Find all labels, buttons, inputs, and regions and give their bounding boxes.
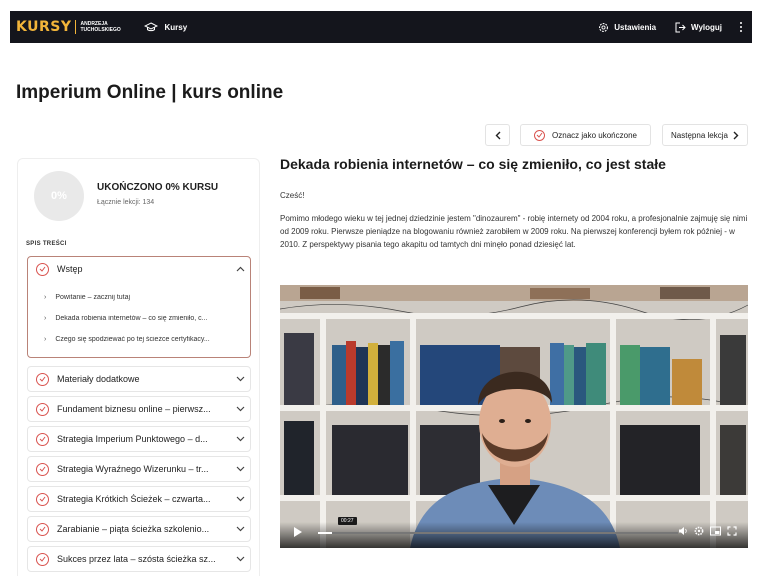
- logo-word: KURSY: [16, 19, 72, 35]
- page-title: Imperium Online | kurs online: [16, 82, 284, 103]
- logout-label: Wyloguj: [691, 22, 722, 32]
- check-circle-icon: [36, 432, 49, 446]
- logo-subtitle: ANDRZEJA TUCHOLSKIEGO: [80, 21, 124, 33]
- course-sidebar: 0% UKOŃCZONO 0% KURSU Łącznie lekcji: 13…: [17, 158, 260, 576]
- chevron-down-icon: [230, 376, 250, 382]
- nav-courses-link[interactable]: Kursy: [144, 22, 187, 32]
- logo[interactable]: KURSY ANDRZEJA TUCHOLSKIEGO: [16, 19, 124, 35]
- toc-section[interactable]: Materiały dodatkowe: [27, 366, 251, 392]
- chevron-right-icon: [733, 131, 739, 139]
- chevron-right-icon: ›: [44, 336, 47, 343]
- lesson-paragraph: Pomimo młodego wieku w tej jednej dziedz…: [280, 214, 748, 249]
- toc-lesson-label: Dekada robienia internetów – co się zmie…: [55, 315, 208, 322]
- toc-section[interactable]: Strategia Wyraźnego Wizerunku – tr...: [27, 456, 251, 482]
- check-circle-icon: [36, 372, 49, 386]
- settings-link[interactable]: Ustawienia: [598, 22, 656, 33]
- chevron-right-icon: ›: [44, 294, 47, 301]
- progress-title: UKOŃCZONO 0% KURSU: [97, 182, 219, 193]
- chevron-down-icon: [230, 406, 250, 412]
- logout-icon: [675, 22, 686, 32]
- toc-lesson-item[interactable]: › Czego się spodziewać po tej ścieżce cer…: [28, 329, 250, 350]
- volume-icon[interactable]: [678, 526, 688, 536]
- more-menu-icon[interactable]: [740, 22, 742, 32]
- toc-section-label: Strategia Krótkich Ścieżek – czwarta...: [57, 494, 211, 504]
- toc-section-label: Sukces przez lata – szósta ścieżka sz...: [57, 554, 216, 564]
- video-progress-fill: [318, 532, 333, 534]
- chevron-down-icon: [230, 466, 250, 472]
- play-icon: [294, 527, 302, 537]
- toc-section-header[interactable]: Strategia Krótkich Ścieżek – czwarta...: [28, 487, 250, 511]
- chevron-down-icon: [230, 556, 250, 562]
- fullscreen-icon[interactable]: [727, 526, 737, 536]
- graduation-cap-icon: [144, 22, 159, 32]
- toc-lesson-item[interactable]: › Powitanie – zacznij tutaj: [28, 287, 250, 308]
- mark-complete-label: Oznacz jako ukończone: [552, 130, 637, 140]
- toc-section[interactable]: Zarabianie – piąta ścieżka szkolenio...: [27, 516, 251, 542]
- toc-section-header[interactable]: Sukces przez lata – szósta ścieżka sz...: [28, 547, 250, 571]
- pip-icon[interactable]: [710, 526, 721, 536]
- next-lesson-button[interactable]: Następna lekcja: [662, 124, 748, 146]
- toc-section[interactable]: Strategia Imperium Punktowego – d...: [27, 426, 251, 452]
- toc-section-label: Strategia Imperium Punktowego – d...: [57, 434, 208, 444]
- toc-section-label: Wstęp: [57, 264, 83, 274]
- toc-section-label: Fundament biznesu online – pierwsz...: [57, 404, 211, 414]
- logout-link[interactable]: Wyloguj: [674, 22, 722, 33]
- toc-section-label: Strategia Wyraźnego Wizerunku – tr...: [57, 464, 209, 474]
- check-circle-icon: [36, 262, 49, 276]
- chevron-down-icon: [230, 526, 250, 532]
- next-lesson-label: Następna lekcja: [671, 130, 728, 140]
- mark-complete-button[interactable]: Oznacz jako ukończone: [520, 124, 651, 146]
- toc-section[interactable]: Sukces przez lata – szósta ścieżka sz...: [27, 546, 251, 572]
- play-button[interactable]: [288, 523, 308, 541]
- settings-gear-icon[interactable]: [694, 526, 704, 536]
- video-progress-track[interactable]: [318, 532, 678, 534]
- progress-percent: 0%: [51, 190, 67, 202]
- chevron-down-icon: [230, 436, 250, 442]
- toc-lesson-item[interactable]: › Dekada robienia internetów – co się zmi…: [28, 308, 250, 329]
- toc-section-label: Zarabianie – piąta ścieżka szkolenio...: [57, 524, 210, 534]
- logo-sub-line2: TUCHOLSKIEGO: [80, 27, 121, 33]
- lesson-title: Dekada robienia internetów – co się zmie…: [280, 156, 666, 172]
- lesson-count: Łącznie lekcji: 134: [97, 199, 155, 206]
- check-circle-icon: [36, 522, 49, 536]
- check-circle-icon: [36, 492, 49, 506]
- gear-icon: [599, 22, 609, 32]
- check-circle-icon: [36, 402, 49, 416]
- video-frame-image: [280, 285, 748, 548]
- check-circle-icon: [36, 552, 49, 566]
- toc-section-header[interactable]: Strategia Wyraźnego Wizerunku – tr...: [28, 457, 250, 481]
- toc-lesson-label: Powitanie – zacznij tutaj: [55, 294, 131, 301]
- progress-circle: 0%: [34, 171, 84, 221]
- toc-section-label: Materiały dodatkowe: [57, 374, 140, 384]
- toc-section-header[interactable]: Materiały dodatkowe: [28, 367, 250, 391]
- toc-lesson-label: Czego się spodziewać po tej ścieżce cert…: [55, 336, 210, 343]
- chevron-left-icon: [495, 131, 500, 139]
- toc-section-header[interactable]: Fundament biznesu online – pierwsz...: [28, 397, 250, 421]
- video-time-badge: 00:27: [338, 517, 357, 525]
- toc-section[interactable]: Strategia Krótkich Ścieżek – czwarta...: [27, 486, 251, 512]
- toc-section-header[interactable]: Strategia Imperium Punktowego – d...: [28, 427, 250, 451]
- chevron-down-icon: [230, 496, 250, 502]
- nav-courses-label: Kursy: [164, 22, 188, 32]
- check-circle-icon: [36, 462, 49, 476]
- settings-label: Ustawienia: [614, 22, 657, 32]
- toc-section: Wstęp › Powitanie – zacznij tutaj › Dekada…: [27, 256, 251, 358]
- video-right-controls: [678, 526, 737, 536]
- logo-divider: [75, 20, 77, 34]
- toc-heading: SPIS TREŚCI: [26, 241, 67, 247]
- top-navbar: KURSY ANDRZEJA TUCHOLSKIEGO Kursy Ustawi…: [10, 11, 752, 43]
- toc-section-header[interactable]: Zarabianie – piąta ścieżka szkolenio...: [28, 517, 250, 541]
- chevron-up-icon: [230, 266, 250, 272]
- toc-section-header[interactable]: Wstęp: [28, 257, 250, 281]
- chevron-right-icon: ›: [44, 315, 47, 322]
- toc-section[interactable]: Fundament biznesu online – pierwsz...: [27, 396, 251, 422]
- previous-lesson-button[interactable]: [485, 124, 510, 146]
- video-player[interactable]: 00:27: [280, 285, 748, 548]
- check-circle-icon: [534, 129, 546, 141]
- lesson-greeting: Cześć!: [280, 191, 305, 200]
